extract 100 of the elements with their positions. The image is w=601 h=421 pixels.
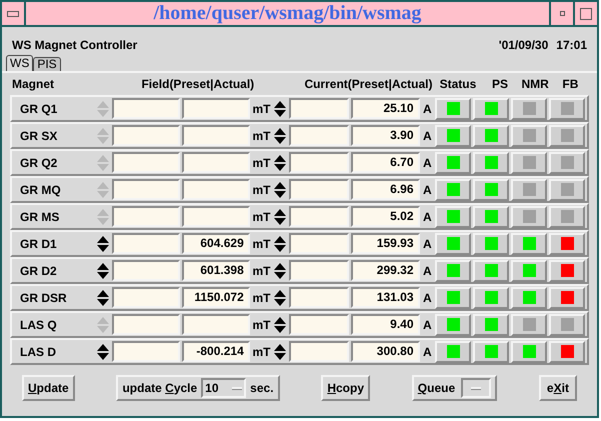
value-field[interactable] bbox=[112, 152, 180, 173]
indicator-button[interactable] bbox=[473, 286, 510, 308]
spinner-arrows-icon[interactable] bbox=[96, 342, 110, 360]
spinner-arrows-icon[interactable] bbox=[273, 262, 288, 280]
value-field[interactable]: 3.90 bbox=[351, 125, 420, 146]
indicator-button[interactable] bbox=[473, 232, 510, 254]
indicator-button[interactable] bbox=[511, 206, 548, 228]
spinner-arrows-icon[interactable] bbox=[273, 342, 288, 360]
indicator-button[interactable] bbox=[435, 178, 472, 200]
hcopy-button[interactable]: Hcopy bbox=[321, 375, 370, 401]
value-field[interactable] bbox=[289, 152, 350, 173]
spinner-arrows-icon[interactable] bbox=[273, 126, 288, 144]
indicator-button[interactable] bbox=[511, 340, 548, 362]
indicator-button[interactable] bbox=[511, 152, 548, 174]
window-menu-button[interactable] bbox=[2, 2, 26, 25]
value-field[interactable]: 1150.072 bbox=[182, 287, 250, 308]
value-field[interactable] bbox=[182, 98, 250, 119]
value-field[interactable] bbox=[112, 233, 180, 254]
indicator-button[interactable] bbox=[549, 314, 585, 336]
value-field[interactable]: 131.03 bbox=[351, 287, 420, 308]
indicator-button[interactable] bbox=[511, 178, 548, 200]
indicator-button[interactable] bbox=[435, 260, 472, 282]
value-field[interactable] bbox=[182, 179, 250, 200]
value-field[interactable] bbox=[289, 98, 350, 119]
indicator-button[interactable] bbox=[473, 314, 510, 336]
value-field[interactable] bbox=[289, 179, 350, 200]
indicator-button[interactable] bbox=[511, 232, 548, 254]
indicator-button[interactable] bbox=[549, 124, 585, 146]
indicator-button[interactable] bbox=[435, 98, 472, 120]
value-field[interactable]: -800.214 bbox=[182, 341, 250, 362]
value-field[interactable]: 604.629 bbox=[182, 233, 250, 254]
value-field[interactable] bbox=[112, 98, 180, 119]
spinner-arrows-icon[interactable] bbox=[273, 316, 288, 334]
spinner-arrows-icon[interactable] bbox=[96, 262, 110, 280]
indicator-button[interactable] bbox=[511, 124, 548, 146]
maximize-button[interactable] bbox=[573, 2, 597, 25]
minimize-button[interactable] bbox=[549, 2, 573, 25]
indicator-button[interactable] bbox=[435, 152, 472, 174]
indicator-button[interactable] bbox=[473, 152, 510, 174]
value-field[interactable] bbox=[182, 152, 250, 173]
indicator-button[interactable] bbox=[511, 286, 548, 308]
value-field[interactable]: 299.32 bbox=[351, 260, 420, 281]
indicator-button[interactable] bbox=[549, 232, 585, 254]
indicator-button[interactable] bbox=[549, 260, 585, 282]
spinner-arrows-icon[interactable] bbox=[273, 180, 288, 198]
spinner-arrows-icon[interactable] bbox=[96, 288, 110, 306]
indicator-button[interactable] bbox=[549, 206, 585, 228]
indicator-button[interactable] bbox=[549, 286, 585, 308]
value-field[interactable]: 601.398 bbox=[182, 260, 250, 281]
value-field[interactable] bbox=[112, 179, 180, 200]
value-field[interactable]: 6.96 bbox=[351, 179, 420, 200]
indicator-button[interactable] bbox=[435, 232, 472, 254]
indicator-button[interactable] bbox=[435, 286, 472, 308]
spinner-arrows-icon[interactable] bbox=[273, 208, 288, 226]
indicator-button[interactable] bbox=[473, 340, 510, 362]
value-field[interactable] bbox=[112, 341, 180, 362]
tab[interactable]: WS bbox=[6, 55, 34, 71]
value-field[interactable]: 25.10 bbox=[351, 98, 420, 119]
value-field[interactable] bbox=[289, 260, 350, 281]
value-field[interactable] bbox=[182, 314, 250, 335]
value-field[interactable] bbox=[112, 260, 180, 281]
indicator-button[interactable] bbox=[549, 178, 585, 200]
value-field[interactable] bbox=[182, 125, 250, 146]
cycle-dropdown[interactable]: 10 bbox=[201, 378, 246, 398]
indicator-button[interactable] bbox=[511, 260, 548, 282]
indicator-button[interactable] bbox=[473, 260, 510, 282]
spinner-arrows-icon[interactable] bbox=[273, 154, 288, 172]
spinner-arrows-icon[interactable] bbox=[273, 288, 288, 306]
value-field[interactable]: 300.80 bbox=[351, 341, 420, 362]
value-field[interactable]: 6.70 bbox=[351, 152, 420, 173]
value-field[interactable]: 5.02 bbox=[351, 206, 420, 227]
indicator-button[interactable] bbox=[473, 124, 510, 146]
value-field[interactable] bbox=[289, 287, 350, 308]
value-field[interactable] bbox=[112, 287, 180, 308]
indicator-button[interactable] bbox=[435, 206, 472, 228]
indicator-button[interactable] bbox=[549, 340, 585, 362]
update-button[interactable]: Update bbox=[22, 375, 75, 401]
indicator-button[interactable] bbox=[473, 206, 510, 228]
value-field[interactable] bbox=[112, 206, 180, 227]
value-field[interactable]: 9.40 bbox=[351, 314, 420, 335]
value-field[interactable] bbox=[289, 341, 350, 362]
indicator-button[interactable] bbox=[435, 314, 472, 336]
tab[interactable]: PIS bbox=[33, 57, 61, 71]
indicator-button[interactable] bbox=[435, 340, 472, 362]
spinner-arrows-icon[interactable] bbox=[273, 234, 288, 252]
indicator-button[interactable] bbox=[435, 124, 472, 146]
spinner-arrows-icon[interactable] bbox=[273, 100, 288, 118]
indicator-button[interactable] bbox=[473, 178, 510, 200]
indicator-button[interactable] bbox=[549, 152, 585, 174]
value-field[interactable] bbox=[289, 314, 350, 335]
value-field[interactable] bbox=[182, 206, 250, 227]
value-field[interactable] bbox=[112, 314, 180, 335]
value-field[interactable] bbox=[289, 125, 350, 146]
value-field[interactable]: 159.93 bbox=[351, 233, 420, 254]
value-field[interactable] bbox=[289, 206, 350, 227]
exit-button[interactable]: eXit bbox=[538, 375, 577, 401]
spinner-arrows-icon[interactable] bbox=[96, 234, 110, 252]
indicator-button[interactable] bbox=[511, 314, 548, 336]
value-field[interactable] bbox=[112, 125, 180, 146]
indicator-button[interactable] bbox=[549, 98, 585, 120]
